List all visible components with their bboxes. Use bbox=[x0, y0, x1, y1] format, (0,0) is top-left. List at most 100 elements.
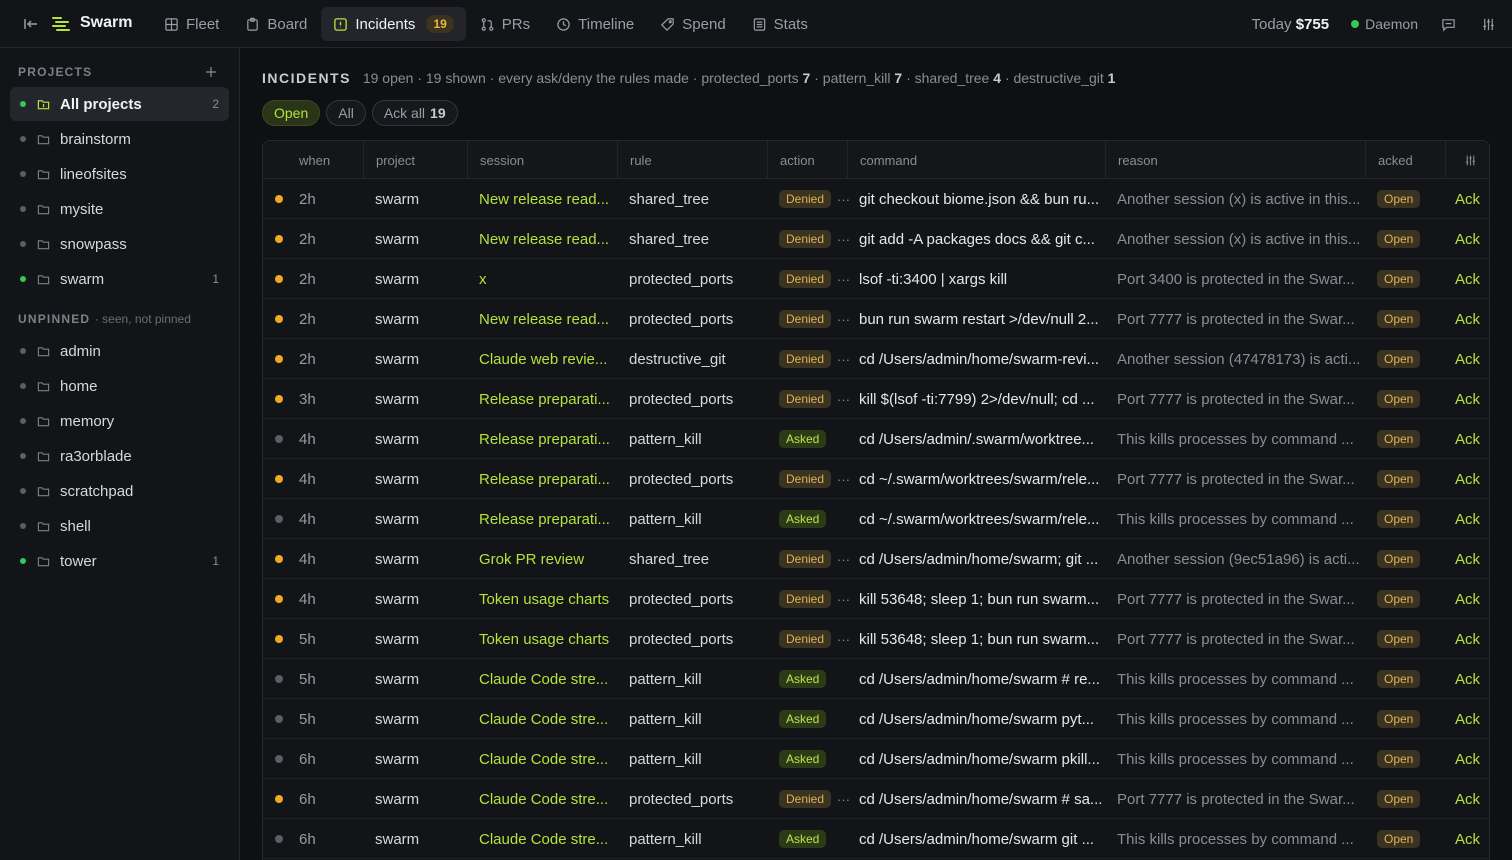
column-action[interactable]: action bbox=[767, 141, 815, 179]
more-icon[interactable]: ··· bbox=[837, 352, 850, 367]
column-command[interactable]: command bbox=[847, 141, 917, 179]
more-icon[interactable]: ··· bbox=[837, 632, 850, 647]
more-icon[interactable]: ··· bbox=[837, 272, 850, 287]
column-when[interactable]: when bbox=[287, 141, 330, 179]
table-row[interactable]: 5h swarm Token usage charts protected_ports… bbox=[263, 619, 1489, 659]
ack-button[interactable]: Ack bbox=[1455, 499, 1480, 539]
table-row[interactable]: 4h swarm Release preparati... pattern_kill A… bbox=[263, 419, 1489, 459]
table-row[interactable]: 4h swarm Token usage charts protected_ports… bbox=[263, 579, 1489, 619]
cell-session-link[interactable]: Claude Code stre... bbox=[479, 659, 608, 699]
cell-session-link[interactable]: Token usage charts bbox=[479, 619, 609, 659]
ack-button[interactable]: Ack bbox=[1455, 379, 1480, 419]
ack-button[interactable]: Ack bbox=[1455, 299, 1480, 339]
cell-session-link[interactable]: Claude Code stre... bbox=[479, 779, 608, 819]
ack-button[interactable]: Ack bbox=[1455, 339, 1480, 379]
filter-all[interactable]: All bbox=[326, 100, 366, 126]
tab-prs[interactable]: PRs bbox=[468, 7, 542, 41]
sidebar-item-mysite[interactable]: mysite bbox=[10, 192, 229, 226]
more-icon[interactable]: ··· bbox=[837, 392, 850, 407]
table-row[interactable]: 4h swarm Release preparati... protected_por… bbox=[263, 459, 1489, 499]
column-rule[interactable]: rule bbox=[617, 141, 652, 179]
column-acked[interactable]: acked bbox=[1365, 141, 1413, 179]
table-row[interactable]: 2h swarm Claude web revie... destructive_gi… bbox=[263, 339, 1489, 379]
sidebar-item-shell[interactable]: shell bbox=[10, 509, 229, 543]
tab-spend[interactable]: Spend bbox=[648, 7, 737, 41]
more-icon[interactable]: ··· bbox=[837, 232, 850, 247]
table-row[interactable]: 2h swarm New release read... shared_tree Den… bbox=[263, 219, 1489, 259]
table-row[interactable]: 2h swarm New release read... shared_tree Den… bbox=[263, 179, 1489, 219]
tab-board[interactable]: Board bbox=[233, 7, 319, 41]
cell-session-link[interactable]: Release preparati... bbox=[479, 499, 610, 539]
more-icon[interactable]: ··· bbox=[837, 192, 850, 207]
cell-project: swarm bbox=[375, 190, 420, 208]
cell-session-link[interactable]: Token usage charts bbox=[479, 579, 609, 619]
collapse-sidebar-icon[interactable] bbox=[22, 15, 40, 33]
sidebar-item-scratchpad[interactable]: scratchpad bbox=[10, 474, 229, 508]
table-row[interactable]: 2h swarm x protected_ports Denied ··· lsof -ti… bbox=[263, 259, 1489, 299]
chat-button[interactable] bbox=[1432, 8, 1464, 40]
sidebar-item-brainstorm[interactable]: brainstorm bbox=[10, 122, 229, 156]
table-row[interactable]: 3h swarm Release preparati... protected_por… bbox=[263, 379, 1489, 419]
cell-session-link[interactable]: New release read... bbox=[479, 179, 609, 219]
more-icon[interactable]: ··· bbox=[837, 472, 850, 487]
cell-session-link[interactable]: New release read... bbox=[479, 299, 609, 339]
table-row[interactable]: 6h swarm Claude Code stre... pattern_kill As… bbox=[263, 819, 1489, 859]
daemon-status[interactable]: Daemon bbox=[1351, 16, 1418, 32]
cell-session-link[interactable]: Claude web revie... bbox=[479, 339, 607, 379]
column-project[interactable]: project bbox=[363, 141, 415, 179]
column-reason[interactable]: reason bbox=[1105, 141, 1158, 179]
cell-session-link[interactable]: x bbox=[479, 259, 487, 299]
table-row[interactable]: 4h swarm Release preparati... pattern_kill A… bbox=[263, 499, 1489, 539]
add-project-icon[interactable] bbox=[204, 65, 218, 79]
sidebar-item-tower[interactable]: tower 1 bbox=[10, 544, 229, 578]
sidebar-item-snowpass[interactable]: snowpass bbox=[10, 227, 229, 261]
ack-button[interactable]: Ack bbox=[1455, 259, 1480, 299]
filter-open[interactable]: Open bbox=[262, 100, 321, 126]
sidebar-item-lineofsites[interactable]: lineofsites bbox=[10, 157, 229, 191]
cell-session-link[interactable]: Grok PR review bbox=[479, 539, 584, 579]
ack-button[interactable]: Ack bbox=[1455, 619, 1480, 659]
table-row[interactable]: 6h swarm Claude Code stre... protected_port… bbox=[263, 779, 1489, 819]
table-row[interactable]: 2h swarm New release read... protected_port… bbox=[263, 299, 1489, 339]
tab-timeline[interactable]: Timeline bbox=[544, 7, 646, 41]
ack-button[interactable]: Ack bbox=[1455, 659, 1480, 699]
more-icon[interactable]: ··· bbox=[837, 552, 850, 567]
ack-button[interactable]: Ack bbox=[1455, 179, 1480, 219]
ack-button[interactable]: Ack bbox=[1455, 779, 1480, 819]
ack-button[interactable]: Ack bbox=[1455, 539, 1480, 579]
ack-button[interactable]: Ack bbox=[1455, 219, 1480, 259]
ack-all-button[interactable]: Ack all 19 bbox=[371, 100, 458, 126]
cell-session-link[interactable]: Release preparati... bbox=[479, 379, 610, 419]
cell-session-link[interactable]: Release preparati... bbox=[479, 459, 610, 499]
settings-button[interactable] bbox=[1472, 8, 1504, 40]
more-icon[interactable]: ··· bbox=[837, 592, 850, 607]
sidebar-item-all-projects[interactable]: All projects 2 bbox=[10, 87, 229, 121]
ack-button[interactable]: Ack bbox=[1455, 739, 1480, 779]
sidebar-item-home[interactable]: home bbox=[10, 369, 229, 403]
cell-session-link[interactable]: New release read... bbox=[479, 219, 609, 259]
cell-session-link[interactable]: Claude Code stre... bbox=[479, 739, 608, 779]
more-icon[interactable]: ··· bbox=[837, 312, 850, 327]
ack-button[interactable]: Ack bbox=[1455, 419, 1480, 459]
ack-button[interactable]: Ack bbox=[1455, 459, 1480, 499]
column-session[interactable]: session bbox=[467, 141, 524, 179]
cell-session-link[interactable]: Claude Code stre... bbox=[479, 819, 608, 859]
sidebar-item-memory[interactable]: memory bbox=[10, 404, 229, 438]
more-icon[interactable]: ··· bbox=[837, 792, 850, 807]
cell-session-link[interactable]: Release preparati... bbox=[479, 419, 610, 459]
table-row[interactable]: 5h swarm Claude Code stre... pattern_kill As… bbox=[263, 699, 1489, 739]
sidebar-item-admin[interactable]: admin bbox=[10, 334, 229, 368]
table-row[interactable]: 6h swarm Claude Code stre... pattern_kill As… bbox=[263, 739, 1489, 779]
table-row[interactable]: 5h swarm Claude Code stre... pattern_kill As… bbox=[263, 659, 1489, 699]
ack-button[interactable]: Ack bbox=[1455, 819, 1480, 859]
tab-fleet[interactable]: Fleet bbox=[152, 7, 231, 41]
column-settings-button[interactable] bbox=[1445, 141, 1477, 179]
sidebar-item-ra3orblade[interactable]: ra3orblade bbox=[10, 439, 229, 473]
tab-incidents[interactable]: Incidents 19 bbox=[321, 7, 466, 41]
table-row[interactable]: 4h swarm Grok PR review shared_tree Denied ··… bbox=[263, 539, 1489, 579]
cell-session-link[interactable]: Claude Code stre... bbox=[479, 699, 608, 739]
ack-button[interactable]: Ack bbox=[1455, 579, 1480, 619]
tab-stats[interactable]: Stats bbox=[740, 7, 820, 41]
sidebar-item-swarm[interactable]: swarm 1 bbox=[10, 262, 229, 296]
ack-button[interactable]: Ack bbox=[1455, 699, 1480, 739]
